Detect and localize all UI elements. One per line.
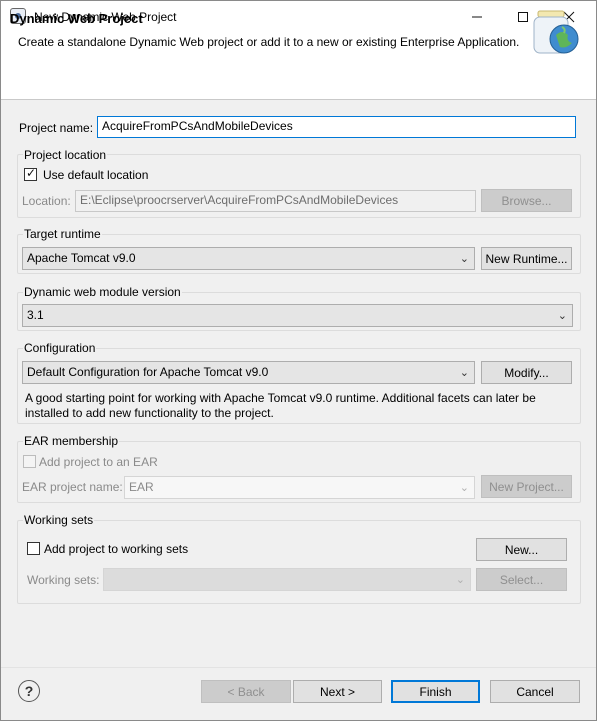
working-sets-select[interactable]: ⌄: [103, 568, 471, 591]
working-sets-label: Working sets:: [27, 573, 100, 587]
add-to-working-sets-checkbox[interactable]: [27, 542, 40, 555]
location-input[interactable]: E:\Eclipse\proocrserver\AcquireFromPCsAn…: [75, 190, 476, 212]
ear-membership-group-label: EAR membership: [23, 434, 120, 448]
minimize-icon: [472, 16, 482, 17]
web-project-jar-globe-icon: [533, 10, 579, 54]
new-runtime-button[interactable]: New Runtime...: [481, 247, 572, 270]
target-runtime-select[interactable]: Apache Tomcat v9.0 ⌄: [22, 247, 475, 270]
module-version-select[interactable]: 3.1 ⌄: [22, 304, 573, 327]
footer-separator: [1, 667, 596, 668]
use-default-location-checkbox[interactable]: [24, 166, 37, 181]
modify-button[interactable]: Modify...: [481, 361, 572, 384]
chevron-down-icon: ⌄: [459, 253, 469, 265]
ear-project-name-select[interactable]: EAR ⌄: [124, 476, 475, 499]
configuration-select[interactable]: Default Configuration for Apache Tomcat …: [22, 361, 475, 384]
module-version-value: 3.1: [27, 308, 44, 322]
back-button[interactable]: < Back: [201, 680, 291, 703]
add-to-ear-checkbox[interactable]: [23, 455, 36, 468]
ear-project-name-label: EAR project name:: [22, 480, 123, 494]
cancel-button[interactable]: Cancel: [490, 680, 580, 703]
target-runtime-group-label: Target runtime: [23, 227, 102, 241]
project-name-label: Project name:: [19, 121, 94, 135]
add-to-working-sets-label[interactable]: Add project to working sets: [44, 542, 188, 556]
page-description: Create a standalone Dynamic Web project …: [18, 35, 520, 49]
browse-button[interactable]: Browse...: [481, 189, 572, 212]
configuration-value: Default Configuration for Apache Tomcat …: [27, 365, 269, 379]
project-name-input[interactable]: AcquireFromPCsAndMobileDevices: [97, 116, 576, 138]
project-location-group-label: Project location: [23, 148, 108, 162]
next-button[interactable]: Next >: [293, 680, 382, 703]
help-icon[interactable]: ?: [18, 680, 40, 702]
location-label: Location:: [22, 194, 71, 208]
configuration-group-label: Configuration: [23, 341, 97, 355]
chevron-down-icon: ⌄: [459, 367, 469, 379]
page-title: Dynamic Web Project: [10, 11, 143, 26]
chevron-down-icon: ⌄: [557, 310, 567, 322]
use-default-location-label[interactable]: Use default location: [43, 168, 148, 182]
select-working-sets-button[interactable]: Select...: [476, 568, 567, 591]
configuration-description-line2: installed to add new functionality to th…: [25, 406, 274, 420]
module-version-group-label: Dynamic web module version: [23, 285, 182, 299]
new-ear-project-button[interactable]: New Project...: [481, 475, 572, 498]
configuration-description-line1: A good starting point for working with A…: [25, 391, 536, 405]
minimize-button[interactable]: [454, 1, 500, 32]
working-sets-group-label: Working sets: [23, 513, 95, 527]
add-to-ear-label[interactable]: Add project to an EAR: [39, 455, 158, 469]
new-working-set-button[interactable]: New...: [476, 538, 567, 561]
target-runtime-value: Apache Tomcat v9.0: [27, 251, 136, 265]
finish-button[interactable]: Finish: [391, 680, 480, 703]
chevron-down-icon: ⌄: [455, 574, 465, 586]
chevron-down-icon: ⌄: [459, 482, 469, 494]
working-sets-group: [17, 520, 581, 604]
ear-project-name-value: EAR: [129, 480, 154, 494]
